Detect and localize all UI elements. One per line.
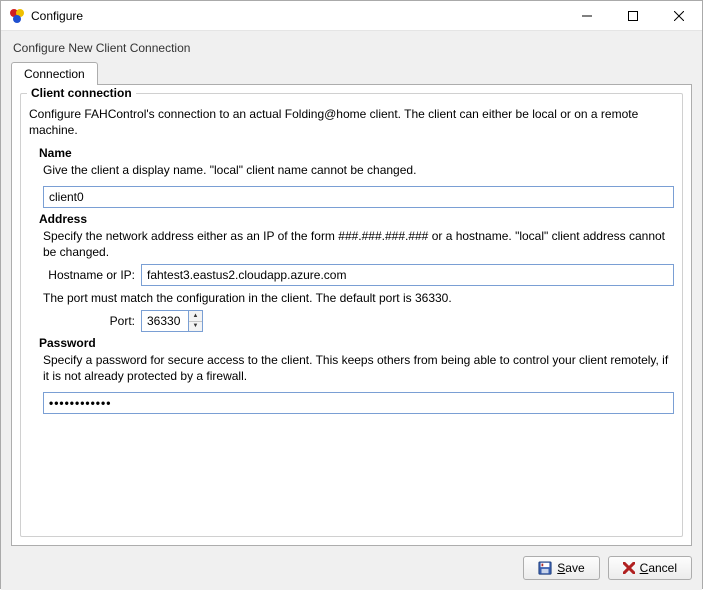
save-button[interactable]: Save [523, 556, 599, 580]
section-name-title: Name [39, 146, 674, 160]
spinner-down-icon[interactable]: ▼ [189, 322, 202, 332]
port-label: Port: [43, 314, 135, 328]
group-client-connection: Client connection Configure FAHControl's… [20, 93, 683, 537]
tab-connection[interactable]: Connection [11, 62, 98, 85]
window-title: Configure [31, 9, 564, 23]
cancel-button[interactable]: Cancel [608, 556, 692, 580]
section-password-desc: Specify a password for secure access to … [43, 352, 674, 384]
cancel-label-rest: ancel [648, 561, 677, 575]
port-input[interactable] [141, 310, 189, 332]
close-button[interactable] [656, 1, 702, 30]
app-icon [9, 8, 25, 24]
minimize-button[interactable] [564, 1, 610, 30]
port-spinner[interactable]: ▲ ▼ [189, 310, 203, 332]
spinner-up-icon[interactable]: ▲ [189, 311, 202, 322]
group-desc: Configure FAHControl's connection to an … [29, 106, 674, 138]
tab-panel-connection: Client connection Configure FAHControl's… [11, 84, 692, 546]
section-name-desc: Give the client a display name. "local" … [43, 162, 674, 178]
hostname-label: Hostname or IP: [43, 268, 135, 282]
name-input[interactable] [43, 186, 674, 208]
page-subtitle: Configure New Client Connection [13, 41, 692, 55]
maximize-button[interactable] [610, 1, 656, 30]
save-icon [538, 561, 552, 575]
titlebar: Configure [1, 1, 702, 31]
cancel-label-first: C [640, 561, 649, 575]
password-input[interactable] [43, 392, 674, 414]
section-address-title: Address [39, 212, 674, 226]
save-label-rest: ave [565, 561, 584, 575]
hostname-input[interactable] [141, 264, 674, 286]
section-password-title: Password [39, 336, 674, 350]
section-address-desc: Specify the network address either as an… [43, 228, 674, 260]
group-legend: Client connection [27, 86, 136, 100]
port-desc: The port must match the configuration in… [43, 290, 674, 306]
cancel-icon [623, 562, 635, 574]
